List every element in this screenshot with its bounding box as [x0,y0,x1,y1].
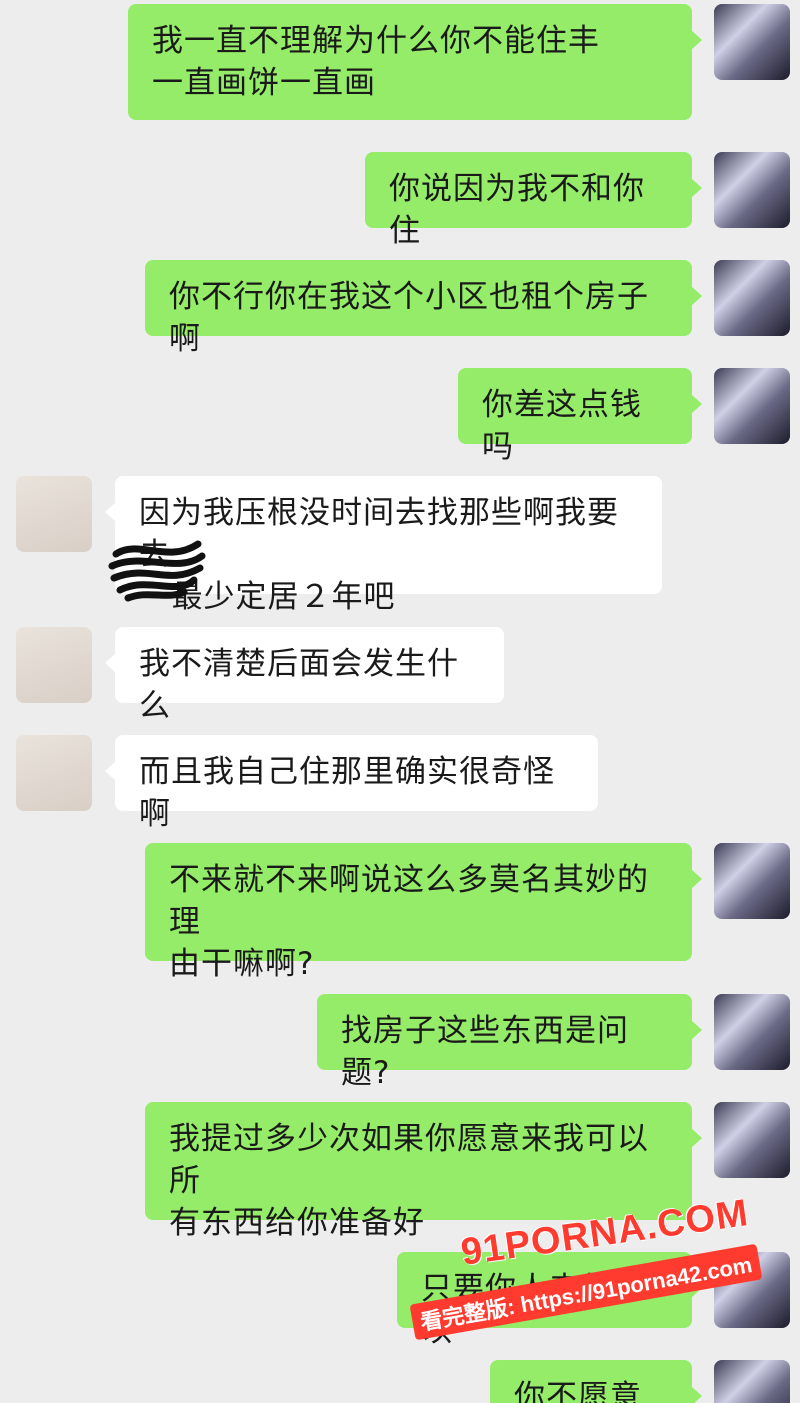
message-bubble[interactable]: 你不行你在我这个小区也租个房子啊 [145,260,702,357]
message-bubble[interactable]: 只要你人来就可以 [397,1252,702,1349]
message-bubble[interactable]: 找房子这些东西是问题? [317,994,702,1091]
message-bubble[interactable]: 我提过多少次如果你愿意来我可以所 有东西给你准备好 [145,1102,702,1241]
my-avatar[interactable] [714,843,790,919]
my-avatar[interactable] [714,1102,790,1178]
message-bubble[interactable]: 不来就不来啊说这么多莫名其妙的理 由干嘛啊? [145,843,702,982]
redaction-scribble [108,540,206,602]
contact-avatar[interactable] [16,476,92,552]
contact-avatar[interactable] [16,627,92,703]
my-avatar[interactable] [714,152,790,228]
my-avatar[interactable] [714,4,790,80]
my-avatar[interactable] [714,1252,790,1328]
message-bubble[interactable]: 而且我自己住那里确实很奇怪啊 [105,735,598,832]
message-bubble[interactable]: 你说因为我不和你住 [365,152,702,249]
message-bubble[interactable]: 你差这点钱吗 [458,368,702,465]
message-bubble[interactable]: 你不愿意啊 [490,1360,702,1403]
contact-avatar[interactable] [16,735,92,811]
my-avatar[interactable] [714,260,790,336]
my-avatar[interactable] [714,994,790,1070]
my-avatar[interactable] [714,1360,790,1403]
message-bubble[interactable]: 我不清楚后面会发生什么 [105,627,504,724]
chat-window: 我一直不理解为什么你不能住丰 一直画饼一直画 你说因为我不和你住 你不行你在我这… [0,0,800,1403]
message-bubble[interactable]: 我一直不理解为什么你不能住丰 一直画饼一直画 [128,4,702,120]
my-avatar[interactable] [714,368,790,444]
